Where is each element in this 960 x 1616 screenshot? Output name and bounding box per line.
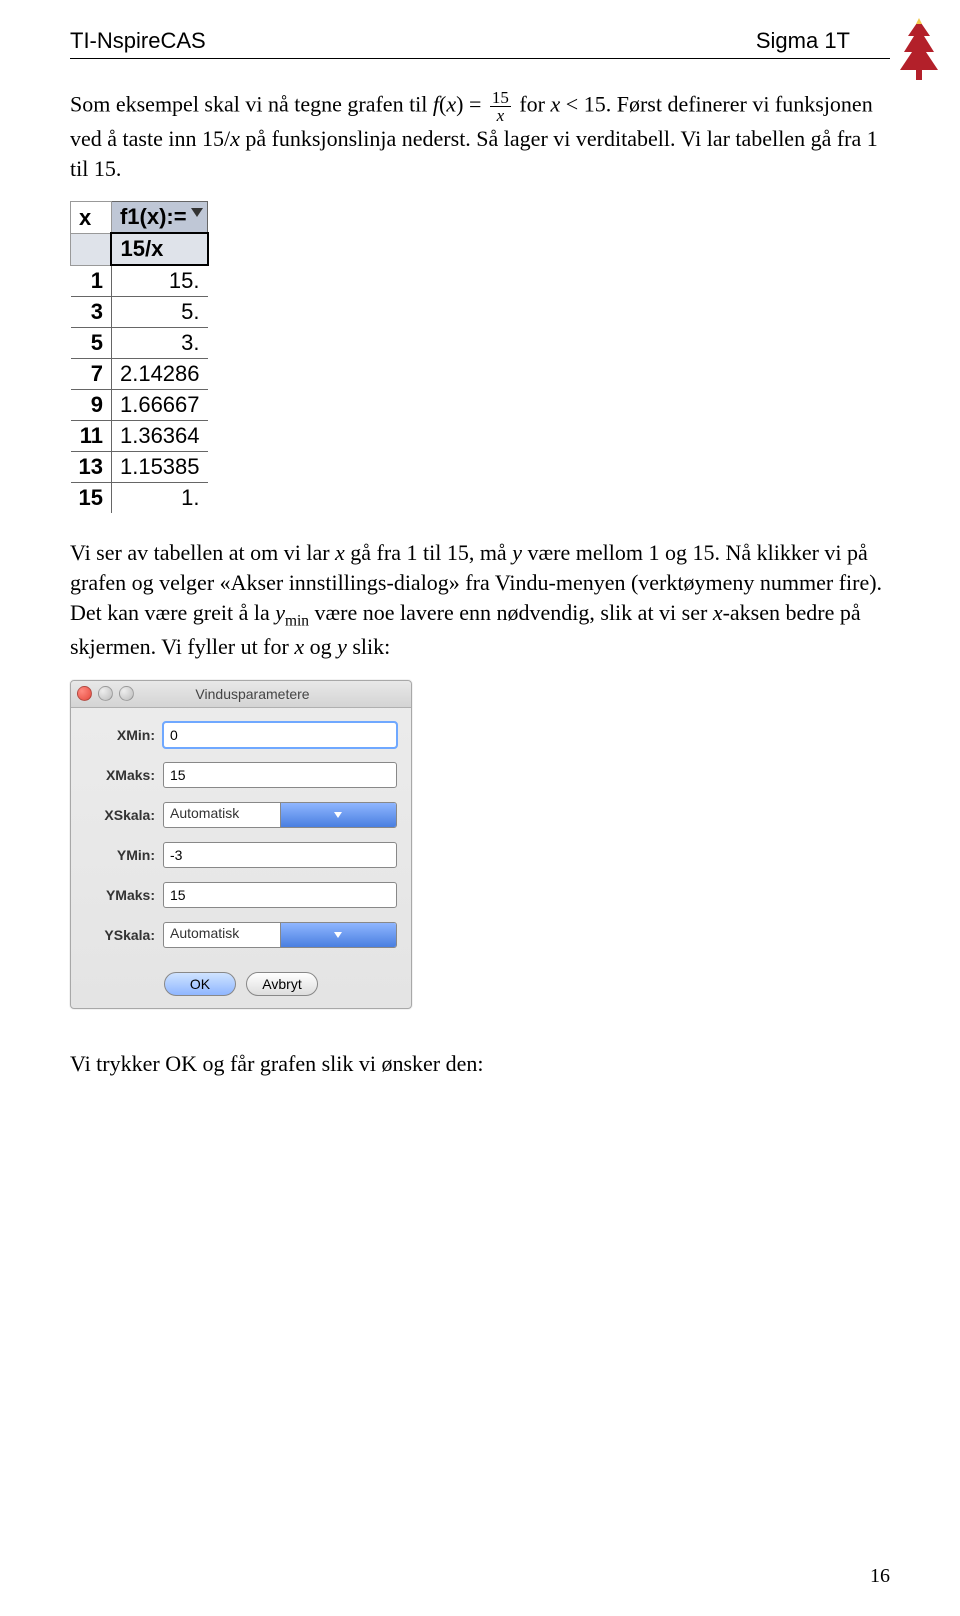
table-cell: 15. xyxy=(111,265,207,297)
dialog-title: Vindusparametere xyxy=(140,686,405,702)
table-cell: 7 xyxy=(71,359,112,390)
ymax-field[interactable] xyxy=(163,882,397,908)
header-left: TI-NspireCAS xyxy=(70,28,206,54)
zoom-icon xyxy=(119,686,134,701)
table-cell: 5 xyxy=(71,328,112,359)
table-cell: 1.66667 xyxy=(111,390,207,421)
formula-cell-b[interactable]: 15/x xyxy=(111,233,207,265)
table-cell: 1. xyxy=(111,483,207,514)
table-cell: 3. xyxy=(111,328,207,359)
table-cell: 5. xyxy=(111,297,207,328)
table-cell: 1.36364 xyxy=(111,421,207,452)
ymin-label: YMin: xyxy=(85,847,155,863)
table-cell: 15 xyxy=(71,483,112,514)
table-header-fx[interactable]: f1(x):= xyxy=(111,202,207,234)
xmax-field[interactable] xyxy=(163,762,397,788)
tree-icon xyxy=(896,18,942,82)
header-rule xyxy=(70,58,890,59)
table-cell: 2.14286 xyxy=(111,359,207,390)
table-cell: 11 xyxy=(71,421,112,452)
ymin-field[interactable] xyxy=(163,842,397,868)
window-parameters-dialog: Vindusparametere XMin: XMaks: XSkala: Au… xyxy=(70,680,412,1009)
cancel-button[interactable]: Avbryt xyxy=(246,972,318,996)
dialog-titlebar: Vindusparametere xyxy=(71,681,411,708)
table-header-x: x xyxy=(71,202,112,234)
xmin-label: XMin: xyxy=(85,727,155,743)
page-number: 16 xyxy=(870,1565,890,1588)
header-right: Sigma 1T xyxy=(756,28,890,54)
table-cell: 1 xyxy=(71,265,112,297)
xmin-field[interactable] xyxy=(163,722,397,748)
paragraph-2: Vi ser av tabellen at om vi lar x gå fra… xyxy=(70,538,890,661)
yscale-label: YSkala: xyxy=(85,927,155,943)
minimize-icon xyxy=(98,686,113,701)
paragraph-3: Vi trykker OK og får grafen slik vi ønsk… xyxy=(70,1049,890,1079)
table-cell: 9 xyxy=(71,390,112,421)
yscale-value: Automatisk xyxy=(164,923,280,947)
paragraph-1: Som eksempel skal vi nå tegne grafen til… xyxy=(70,89,890,183)
table-cell: 3 xyxy=(71,297,112,328)
dropdown-icon[interactable] xyxy=(191,208,203,217)
value-table: x f1(x):= 15/x 115. 35. 53. 72.14286 91.… xyxy=(70,201,890,513)
table-cell: 13 xyxy=(71,452,112,483)
close-icon[interactable] xyxy=(77,686,92,701)
yscale-select[interactable]: Automatisk xyxy=(163,922,397,948)
table-cell: 1.15385 xyxy=(111,452,207,483)
xscale-value: Automatisk xyxy=(164,803,280,827)
chevron-down-icon[interactable] xyxy=(280,803,397,827)
formula-cell-a xyxy=(71,233,112,265)
ok-button[interactable]: OK xyxy=(164,972,236,996)
ymax-label: YMaks: xyxy=(85,887,155,903)
xscale-label: XSkala: xyxy=(85,807,155,823)
chevron-down-icon[interactable] xyxy=(280,923,397,947)
xmax-label: XMaks: xyxy=(85,767,155,783)
xscale-select[interactable]: Automatisk xyxy=(163,802,397,828)
